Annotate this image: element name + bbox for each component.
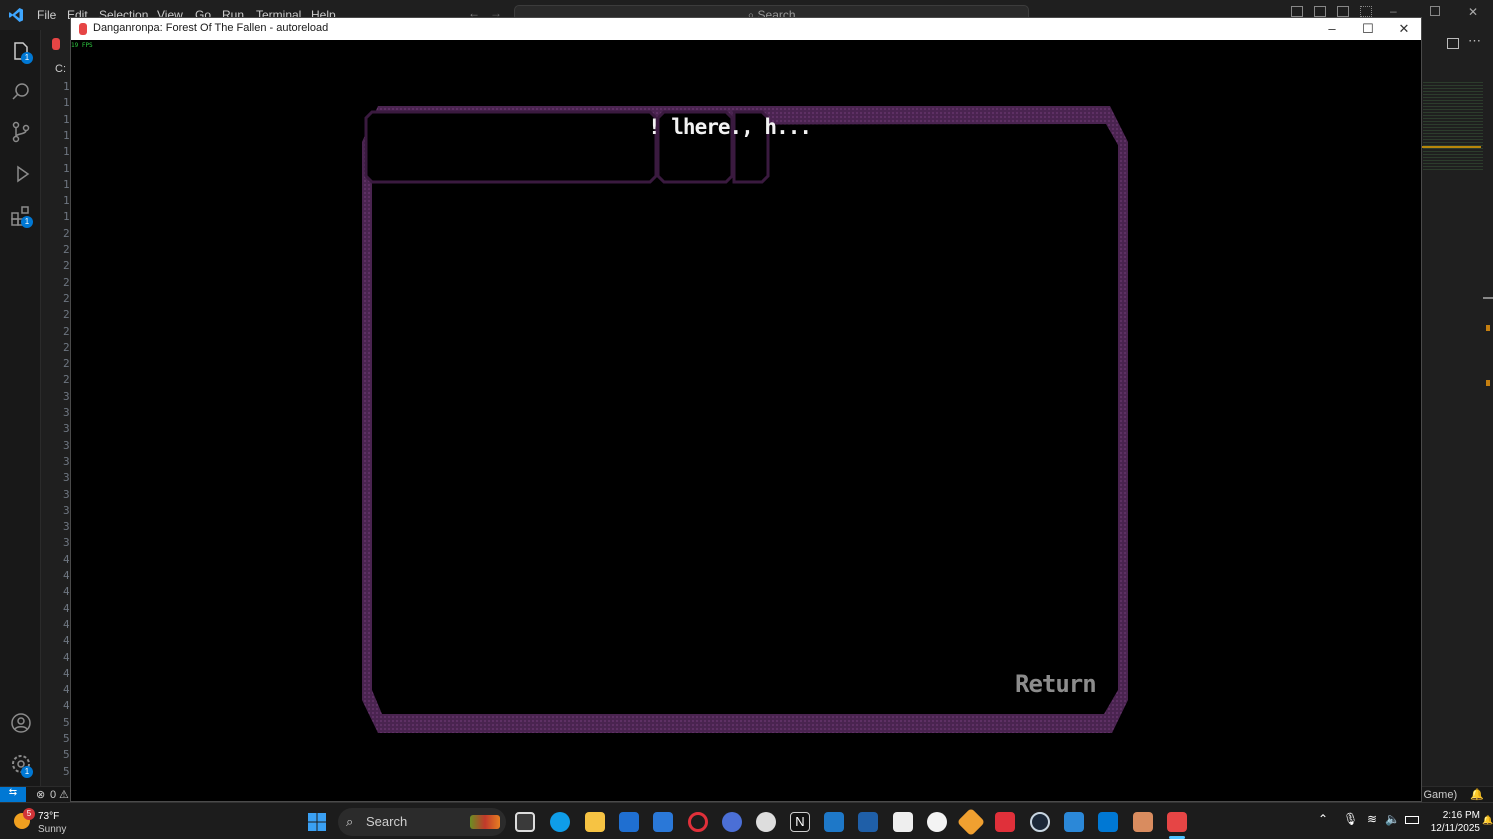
- search-icon: ⌕: [346, 814, 354, 829]
- taskbar-search-label: Search: [366, 814, 408, 829]
- proton-vpn-icon[interactable]: [722, 812, 742, 832]
- menu-frame-border: [362, 106, 1128, 733]
- weather-temperature: 73°F: [38, 811, 60, 822]
- outlook-icon[interactable]: [653, 812, 673, 832]
- search-highlight-icon: [470, 815, 500, 829]
- edge-browser-icon[interactable]: [550, 812, 570, 832]
- return-button[interactable]: Return: [1015, 670, 1097, 698]
- microphone-icon[interactable]: 🎙: [1343, 812, 1358, 826]
- rocket-app-icon[interactable]: [956, 807, 986, 837]
- weather-badge: 5: [23, 808, 35, 820]
- windows-taskbar: 5 73°F Sunny ⌕ Search N ⌃ 🎙 ≋ 🔈 2:16 PM …: [0, 802, 1493, 839]
- battery-icon[interactable]: [1405, 816, 1419, 824]
- brave-icon[interactable]: [995, 812, 1015, 832]
- menu-header-label: ! lhere., h...: [648, 115, 812, 139]
- menu-tab-box-1: [364, 110, 658, 184]
- game-taskbar-icon[interactable]: [1167, 812, 1187, 832]
- vscode-taskbar-icon[interactable]: [1098, 812, 1118, 832]
- photos-icon[interactable]: [824, 812, 844, 832]
- wifi-icon[interactable]: ≋: [1367, 812, 1377, 826]
- system-clock[interactable]: 2:16 PM 12/11/2025: [1428, 809, 1480, 835]
- steam-icon[interactable]: [1030, 812, 1050, 832]
- weather-description: Sunny: [38, 824, 67, 835]
- microsoft-store-icon[interactable]: [619, 812, 639, 832]
- notepad-icon[interactable]: [893, 812, 913, 832]
- notes-app-icon[interactable]: [1064, 812, 1084, 832]
- notification-center-icon[interactable]: 🔔: [1482, 815, 1493, 826]
- file-explorer-icon[interactable]: [585, 812, 605, 832]
- clock-time: 2:16 PM: [1442, 810, 1480, 821]
- clock-date: 12/11/2025: [1430, 823, 1480, 834]
- windows-start-icon[interactable]: [308, 813, 326, 831]
- task-view-icon[interactable]: [515, 812, 535, 832]
- opera-icon[interactable]: [688, 812, 708, 832]
- notion-icon[interactable]: N: [790, 812, 810, 832]
- character-app-icon[interactable]: [1133, 812, 1153, 832]
- paint-icon[interactable]: [858, 812, 878, 832]
- volume-icon[interactable]: 🔈: [1385, 812, 1400, 826]
- obs-studio-icon[interactable]: [756, 812, 776, 832]
- taskbar-search[interactable]: ⌕ Search: [338, 808, 506, 836]
- show-hidden-icons-chevron-icon[interactable]: ⌃: [1318, 812, 1328, 826]
- panda-app-icon[interactable]: [927, 812, 947, 832]
